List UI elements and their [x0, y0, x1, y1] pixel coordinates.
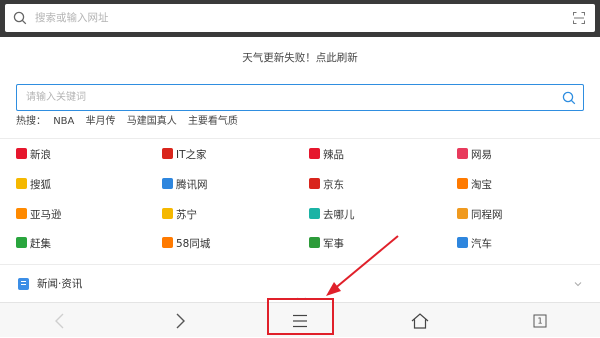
address-bar[interactable]: 搜索或输入网址 [5, 4, 595, 32]
hot-search-item[interactable]: 主要看气质 [188, 116, 238, 127]
netease-icon [457, 148, 468, 159]
site-link[interactable]: 汽车 [457, 236, 492, 252]
site-label: 辣品 [323, 149, 344, 161]
lapin-icon [309, 148, 320, 159]
sina-icon [16, 148, 27, 159]
back-icon [55, 313, 64, 328]
tongcheng-icon [457, 208, 468, 219]
site-label: 赶集 [30, 238, 51, 250]
site-link[interactable]: 新浪 [16, 147, 51, 163]
site-link[interactable]: 苏宁 [162, 207, 197, 223]
hot-search-label: 热搜： [16, 116, 46, 127]
site-link[interactable]: 搜狐 [16, 177, 51, 193]
site-label: 同程网 [471, 209, 503, 221]
site-label: 汽车 [471, 238, 492, 250]
site-link[interactable]: 军事 [309, 236, 344, 252]
site-link[interactable]: 淘宝 [457, 177, 492, 193]
annotation-highlight-box [267, 298, 334, 335]
search-input[interactable]: 请输入关键词 [16, 84, 584, 111]
suning-icon [162, 208, 173, 219]
hot-search-item[interactable]: 芈月传 [86, 116, 116, 127]
military-icon [309, 237, 320, 248]
news-section-header[interactable]: 新闻·资讯 [0, 270, 600, 298]
news-label: 新闻·资讯 [37, 278, 83, 290]
home-button[interactable] [400, 303, 440, 338]
site-link[interactable]: 赶集 [16, 236, 51, 252]
site-link[interactable]: 58同城 [162, 236, 210, 252]
divider [0, 138, 600, 139]
amazon-icon [16, 208, 27, 219]
forward-icon [176, 313, 185, 328]
site-link[interactable]: IT之家 [162, 147, 207, 163]
news-icon [18, 278, 29, 290]
site-link[interactable]: 辣品 [309, 147, 344, 163]
58-icon [162, 237, 173, 248]
site-label: 腾讯网 [176, 179, 208, 191]
site-label: 淘宝 [471, 179, 492, 191]
sohu-icon [16, 178, 27, 189]
site-label: 军事 [323, 238, 344, 250]
tabs-count: 1 [533, 314, 547, 327]
top-bar: 搜索或输入网址 [0, 0, 600, 37]
site-label: 网易 [471, 149, 492, 161]
site-label: 去哪儿 [323, 209, 355, 221]
qunar-icon [309, 208, 320, 219]
divider [0, 264, 600, 265]
site-link[interactable]: 京东 [309, 177, 344, 193]
hot-search-item[interactable]: 马建国真人 [127, 116, 177, 127]
site-link[interactable]: 同程网 [457, 207, 503, 223]
address-placeholder: 搜索或输入网址 [35, 12, 109, 24]
ganji-icon [16, 237, 27, 248]
site-link[interactable]: 去哪儿 [309, 207, 355, 223]
taobao-icon [457, 178, 468, 189]
site-label: 苏宁 [176, 209, 197, 221]
home-icon [411, 312, 429, 329]
site-label: 京东 [323, 179, 344, 191]
site-link[interactable]: 网易 [457, 147, 492, 163]
site-label: IT之家 [176, 149, 207, 161]
search-icon [13, 11, 27, 25]
search-icon[interactable] [562, 91, 576, 105]
jd-icon [309, 178, 320, 189]
hot-search-item[interactable]: NBA [53, 116, 74, 127]
scan-icon[interactable] [573, 12, 585, 24]
site-link[interactable]: 腾讯网 [162, 177, 208, 193]
qq-icon [162, 178, 173, 189]
forward-button[interactable] [160, 303, 200, 338]
site-label: 58同城 [176, 238, 211, 250]
site-link[interactable]: 亚马逊 [16, 207, 62, 223]
browser-page: 搜索或输入网址 天气更新失败！点此刷新 请输入关键词 热搜： NBA 芈月传 马… [0, 0, 600, 337]
site-label: 新浪 [30, 149, 51, 161]
hot-search-row: 热搜： NBA 芈月传 马建国真人 主要看气质 [16, 114, 246, 130]
back-button[interactable] [40, 303, 80, 338]
chevron-down-icon[interactable] [574, 280, 582, 288]
search-placeholder: 请输入关键词 [26, 92, 86, 103]
tabs-button[interactable]: 1 [520, 303, 560, 338]
site-label: 搜狐 [30, 179, 51, 191]
weather-refresh-link[interactable]: 天气更新失败！点此刷新 [0, 50, 600, 66]
car-icon [457, 237, 468, 248]
ithome-icon [162, 148, 173, 159]
site-label: 亚马逊 [30, 209, 62, 221]
